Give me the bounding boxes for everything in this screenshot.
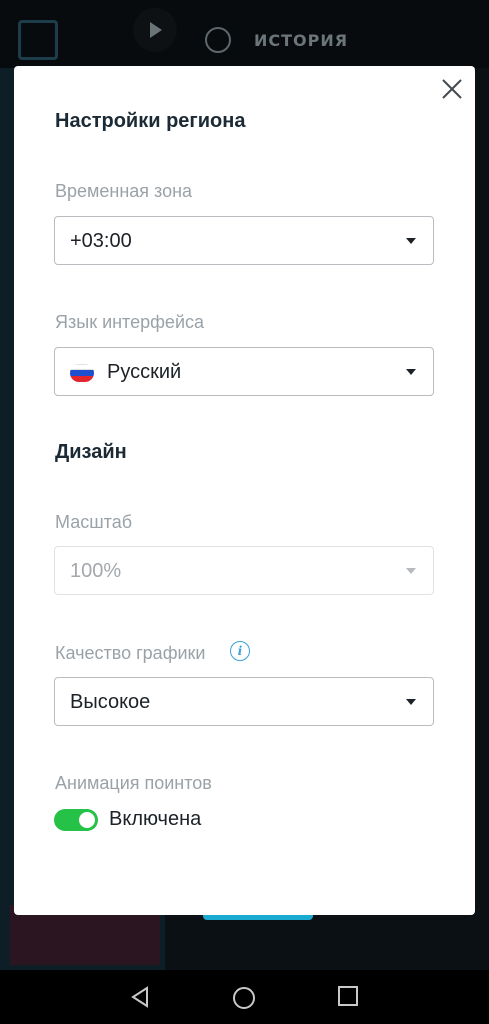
scale-value: 100% [70, 560, 122, 582]
points-animation-toggle[interactable] [54, 809, 98, 831]
scale-select: 100% [54, 546, 434, 595]
chevron-down-icon [406, 369, 416, 375]
points-animation-label: Анимация поинтов [55, 773, 212, 793]
points-animation-state: Включена [109, 808, 202, 830]
info-icon[interactable]: i [230, 641, 250, 661]
timezone-label: Временная зона [55, 181, 193, 201]
play-icon [133, 8, 177, 52]
system-nav-bar [0, 970, 489, 1024]
design-title: Дизайн [55, 441, 127, 463]
graphics-quality-select[interactable]: Высокое [54, 677, 434, 726]
language-select[interactable]: Русский [54, 347, 434, 396]
graphics-quality-value: Высокое [70, 691, 151, 713]
clock-icon [205, 27, 231, 53]
timezone-value: +03:00 [70, 230, 132, 252]
history-tab-label: ИСТОРИЯ [254, 31, 349, 50]
close-button[interactable] [439, 76, 465, 102]
graphics-quality-label: Качество графики [55, 643, 206, 663]
language-label: Язык интерфейса [55, 312, 205, 332]
background-square-icon [18, 20, 58, 60]
language-value: Русский [107, 361, 182, 383]
settings-modal: Настройки региона Временная зона +03:00 … [14, 66, 475, 915]
chevron-down-icon [406, 568, 416, 574]
background-top-bar: ИСТОРИЯ [0, 0, 489, 68]
chevron-down-icon [406, 238, 416, 244]
timezone-select[interactable]: +03:00 [54, 216, 434, 265]
russia-flag-icon [70, 364, 94, 382]
region-settings-title: Настройки региона [55, 110, 246, 132]
recents-icon[interactable] [338, 986, 358, 1006]
toggle-knob [79, 812, 95, 828]
home-icon[interactable] [232, 986, 256, 1010]
close-icon [442, 79, 462, 99]
chevron-down-icon [406, 699, 416, 705]
back-icon[interactable] [129, 986, 151, 1008]
scale-label: Масштаб [55, 512, 133, 532]
